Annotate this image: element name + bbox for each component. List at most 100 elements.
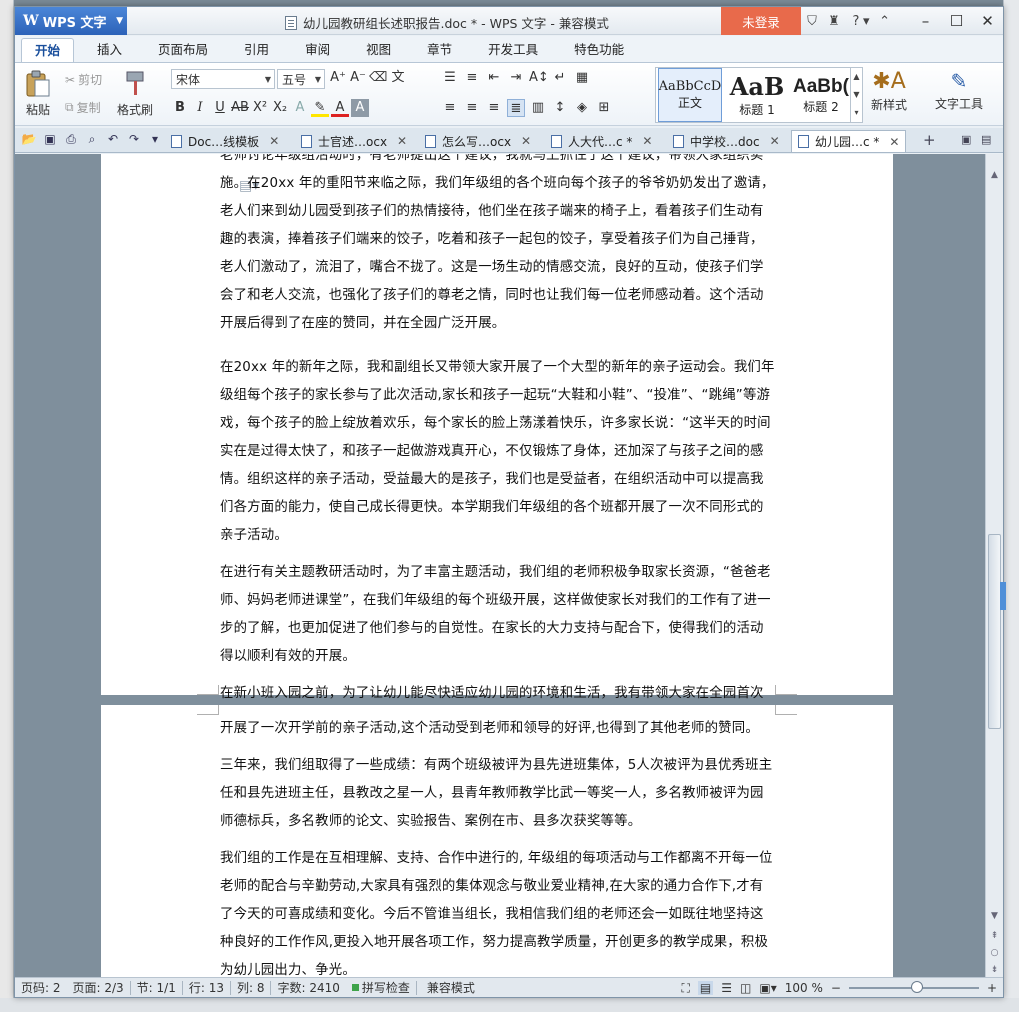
font-color-icon[interactable]: A xyxy=(331,99,349,117)
tab-view[interactable]: 视图 xyxy=(353,38,404,62)
style-normal[interactable]: AaBbCcD 正文 xyxy=(658,68,722,122)
full-screen-icon[interactable]: ⛶ xyxy=(682,981,690,996)
document-canvas[interactable]: ▤▾ 老师讨论年级组活动时，有老师提出这个建议，我就马上抓住了这个建议，带领大家… xyxy=(15,154,985,977)
shrink-font-icon[interactable]: A⁻ xyxy=(349,69,367,87)
text-tools-button[interactable]: ✎ 文字工具 xyxy=(935,69,983,112)
page-view-icon[interactable]: ▤ xyxy=(697,981,714,995)
close-tab-icon[interactable]: ✕ xyxy=(269,134,279,148)
print-preview-icon[interactable]: ⌕ xyxy=(84,132,100,147)
align-left-icon[interactable]: ≡ xyxy=(441,99,459,117)
vertical-scrollbar[interactable]: ▲ ▼ ⇞ ○ ⇟ xyxy=(985,154,1003,977)
superscript-icon[interactable]: X² xyxy=(251,99,269,117)
distributed-icon[interactable]: ▥ xyxy=(529,99,547,117)
bullet-list-icon[interactable]: ☰ xyxy=(441,69,459,87)
justify-icon[interactable]: ≣ xyxy=(507,99,525,117)
zoom-out-icon[interactable]: − xyxy=(831,981,841,995)
open-folder-icon[interactable]: 📂 xyxy=(21,132,37,147)
select-browse-object-icon[interactable]: ○ xyxy=(986,946,1003,960)
scrollbar-thumb[interactable] xyxy=(988,534,1001,729)
doc-tab[interactable]: 怎么写…ocx ✕ xyxy=(419,130,537,152)
close-tab-icon[interactable]: ✕ xyxy=(397,134,407,148)
doc-tab[interactable]: 人大代…c * ✕ xyxy=(545,130,658,152)
zoom-value[interactable]: 100 % xyxy=(785,981,823,995)
text-effect-icon[interactable]: A xyxy=(291,99,309,117)
close-tab-icon[interactable]: ✕ xyxy=(521,134,531,148)
tab-home[interactable]: 开始 xyxy=(21,38,75,62)
scroll-down-icon[interactable]: ▼ xyxy=(986,909,1003,923)
cut-button[interactable]: ✂ 剪切 xyxy=(65,71,102,88)
minimize-icon[interactable]: – xyxy=(910,7,941,35)
doc-tab[interactable]: 士官述…ocx ✕ xyxy=(295,130,413,152)
undo-icon[interactable]: ↶ xyxy=(105,132,121,147)
skin-icon[interactable]: ⛉ xyxy=(805,14,819,29)
zoom-in-icon[interactable]: + xyxy=(987,981,997,995)
tab-menu-icon[interactable]: ▤ xyxy=(981,133,991,146)
tab-review[interactable]: 审阅 xyxy=(292,38,343,62)
table-icon[interactable]: ▦ xyxy=(573,69,591,87)
qa-dropdown-icon[interactable]: ▾ xyxy=(147,132,163,147)
numbered-list-icon[interactable]: ≡ xyxy=(463,69,481,87)
paste-button[interactable]: 粘贴 xyxy=(23,69,53,118)
close-tab-icon[interactable]: ✕ xyxy=(642,134,652,148)
tab-developer[interactable]: 开发工具 xyxy=(475,38,551,62)
spell-check-button[interactable]: 拼写检查 xyxy=(346,979,416,996)
decrease-indent-icon[interactable]: ⇤ xyxy=(485,69,503,87)
align-center-icon[interactable]: ≡ xyxy=(463,99,481,117)
style-heading-1[interactable]: AaB 标题 1 xyxy=(724,68,790,122)
previous-page-icon[interactable]: ⇞ xyxy=(986,929,1003,943)
style-heading-2[interactable]: AaBb( 标题 2 xyxy=(792,68,850,122)
help-button[interactable]: ? ▾ xyxy=(849,14,870,29)
zoom-slider-knob[interactable] xyxy=(910,981,923,993)
close-tab-icon[interactable]: ✕ xyxy=(770,134,780,148)
login-button[interactable]: 未登录 xyxy=(721,7,801,35)
increase-indent-icon[interactable]: ⇥ xyxy=(507,69,525,87)
web-view-icon[interactable]: ◫ xyxy=(740,981,751,995)
scroll-up-icon[interactable]: ▲ xyxy=(986,168,1003,182)
maximize-icon[interactable]: ☐ xyxy=(941,7,972,35)
tab-list-icon[interactable]: ▣ xyxy=(961,133,971,146)
strikethrough-icon[interactable]: AB xyxy=(231,99,249,117)
line-spacing-icon[interactable]: ↕ xyxy=(551,99,569,117)
shirt-icon[interactable]: ♜ xyxy=(827,14,841,29)
redo-icon[interactable]: ↷ xyxy=(126,132,142,147)
tab-special-features[interactable]: 特色功能 xyxy=(561,38,637,62)
subscript-icon[interactable]: X₂ xyxy=(271,99,289,117)
reading-view-icon[interactable]: ▣▾ xyxy=(759,981,776,995)
doc-tab-active[interactable]: 幼儿园…c * ✕ xyxy=(791,130,907,152)
tab-insert[interactable]: 插入 xyxy=(84,38,135,62)
app-menu-button[interactable]: W WPS 文字 ▼ xyxy=(15,7,127,35)
clear-format-icon[interactable]: ⌫ xyxy=(369,69,387,87)
font-size-select[interactable]: 五号 ▼ xyxy=(277,69,325,89)
side-panel-toggle[interactable] xyxy=(1000,582,1006,610)
close-tab-icon[interactable]: ✕ xyxy=(889,135,899,149)
doc-tab[interactable]: 中学校…doc ✕ xyxy=(667,130,786,152)
tab-chapter[interactable]: 章节 xyxy=(414,38,465,62)
new-tab-icon[interactable]: + xyxy=(923,131,936,149)
font-name-select[interactable]: 宋体 ▼ xyxy=(171,69,275,89)
italic-icon[interactable]: I xyxy=(191,99,209,117)
word-count-button[interactable]: 字数: 2410 xyxy=(271,979,345,996)
show-marks-icon[interactable]: ↵ xyxy=(551,69,569,87)
style-gallery-scroll[interactable]: ▲ ▼ ▾ xyxy=(850,68,862,122)
next-page-icon[interactable]: ⇟ xyxy=(986,963,1003,977)
close-icon[interactable]: ✕ xyxy=(972,7,1003,35)
tab-page-layout[interactable]: 页面布局 xyxy=(145,38,221,62)
doc-tab[interactable]: Doc…线模板 ✕ xyxy=(165,130,285,152)
new-style-button[interactable]: ✱A 新样式 xyxy=(871,69,907,113)
zoom-slider[interactable] xyxy=(848,981,979,993)
outline-view-icon[interactable]: ☰ xyxy=(721,981,732,995)
format-painter-button[interactable]: 格式刷 xyxy=(117,69,153,118)
tab-references[interactable]: 引用 xyxy=(231,38,282,62)
chinese-layout-icon[interactable]: A↕ xyxy=(529,69,549,87)
underline-icon[interactable]: U xyxy=(211,99,229,117)
print-icon[interactable]: ⎙ xyxy=(63,132,79,147)
highlight-icon[interactable]: ✎ xyxy=(311,99,329,117)
save-icon[interactable]: ▣ xyxy=(42,132,58,147)
char-shading-icon[interactable]: A xyxy=(351,99,369,117)
copy-button[interactable]: ⧉ 复制 xyxy=(65,99,101,116)
borders-icon[interactable]: ⊞ xyxy=(595,99,613,117)
shading-icon[interactable]: ◈ xyxy=(573,99,591,117)
align-right-icon[interactable]: ≡ xyxy=(485,99,503,117)
phonetic-guide-icon[interactable]: 文 xyxy=(389,69,407,87)
grow-font-icon[interactable]: A⁺ xyxy=(329,69,347,87)
